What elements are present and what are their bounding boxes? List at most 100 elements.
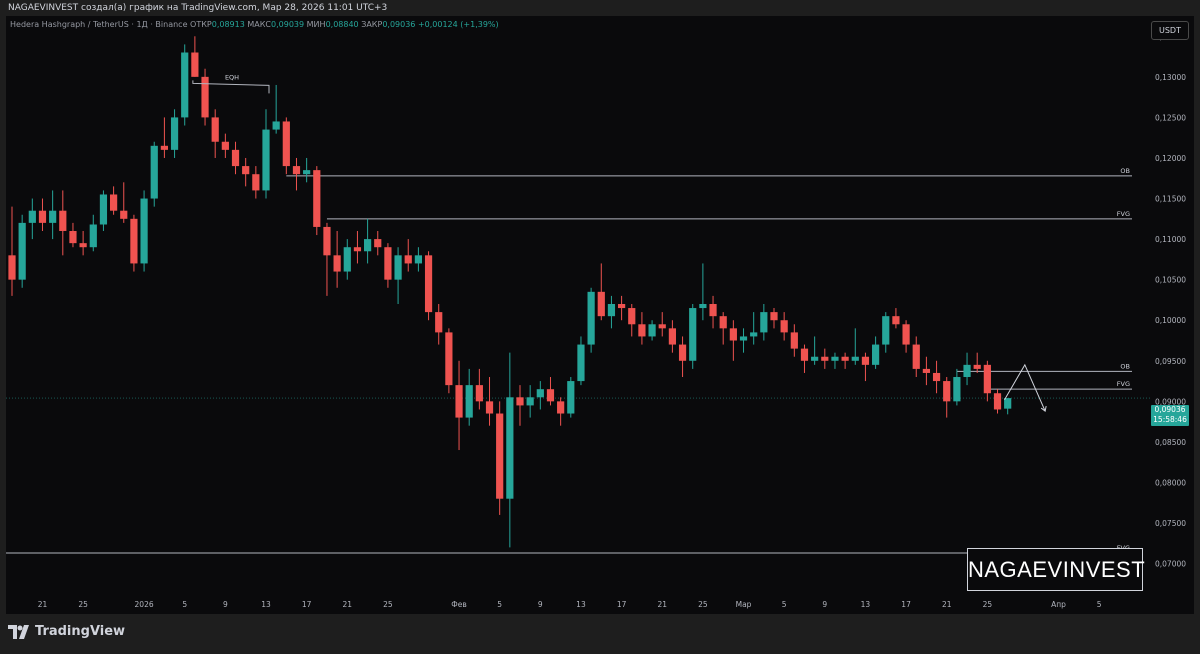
- candle-body: [516, 397, 524, 406]
- close-label: ЗАКР: [361, 20, 383, 29]
- candle-body: [709, 304, 717, 317]
- candle-body: [892, 316, 900, 325]
- candle-body: [353, 247, 362, 252]
- candle-body: [38, 210, 47, 223]
- candle-body: [49, 210, 57, 223]
- candle: [932, 360, 941, 394]
- high-value: 0,09039: [271, 20, 305, 29]
- y-tick-label: 0,12000: [1155, 154, 1186, 163]
- candle-body: [79, 243, 87, 248]
- candle: [79, 230, 87, 256]
- candle-body: [384, 247, 392, 280]
- candle: [536, 381, 544, 410]
- candle-body: [211, 117, 219, 142]
- candlestick-chart[interactable]: OBFVGOBFVGFVG EQH 0,135000,130000,125000…: [0, 0, 1200, 614]
- x-tick-label: 25: [698, 600, 708, 609]
- y-tick-label: 0,09500: [1155, 357, 1186, 366]
- candle-body: [272, 121, 280, 130]
- candle: [577, 336, 585, 386]
- candle-body: [110, 194, 118, 211]
- candle-body: [618, 304, 626, 309]
- candle-body: [59, 210, 67, 231]
- candle-body: [739, 336, 748, 341]
- candle: [374, 230, 382, 256]
- close-value: 0,09036: [382, 20, 416, 29]
- candle-body: [861, 356, 870, 365]
- candle-body: [831, 356, 839, 361]
- candle-body: [485, 401, 494, 414]
- candle: [231, 141, 240, 175]
- candle: [567, 377, 575, 418]
- tradingview-logo[interactable]: TradingView: [8, 624, 125, 639]
- candle: [800, 344, 809, 373]
- candle-body: [770, 312, 778, 321]
- candle-body: [506, 397, 514, 499]
- candle-body: [303, 170, 311, 175]
- candle-body: [557, 401, 565, 414]
- candle: [150, 141, 158, 207]
- candle: [465, 368, 473, 426]
- candle: [364, 218, 372, 264]
- candle: [841, 352, 849, 369]
- symbol-name[interactable]: Hedera Hashgraph / TetherUS · 1Д · Binan…: [10, 20, 188, 29]
- candle-body: [221, 141, 229, 150]
- x-tick-label: 9: [538, 600, 543, 609]
- candle: [282, 117, 290, 175]
- candle-body: [282, 121, 290, 167]
- x-tick-label: 17: [901, 600, 911, 609]
- x-tick-label: 25: [983, 600, 993, 609]
- x-tick-label: 17: [302, 600, 312, 609]
- bar-countdown: 15:58:46: [1153, 415, 1187, 424]
- x-tick-label: 21: [343, 600, 353, 609]
- candle-body: [465, 385, 473, 418]
- candle: [760, 304, 768, 341]
- candle: [506, 352, 514, 548]
- price-axis: 0,135000,130000,125000,120000,115000,110…: [1155, 32, 1186, 568]
- candle-body: [69, 230, 77, 244]
- candle-body: [841, 356, 849, 361]
- candle: [475, 368, 483, 410]
- candle: [211, 109, 219, 158]
- candle: [973, 352, 981, 373]
- y-tick-label: 0,08500: [1155, 438, 1186, 447]
- candle: [699, 263, 707, 321]
- candle-body: [689, 308, 697, 361]
- y-tick-label: 0,10000: [1155, 316, 1186, 325]
- candle: [292, 157, 301, 191]
- candle-body: [567, 381, 575, 414]
- candle: [618, 295, 626, 321]
- candle: [191, 36, 199, 77]
- candle-body: [821, 356, 829, 361]
- high-label: МАКС: [247, 20, 272, 29]
- candle: [628, 304, 636, 337]
- currency-button[interactable]: USDT: [1151, 21, 1189, 40]
- candle: [384, 243, 392, 288]
- candle: [333, 230, 341, 288]
- candle: [790, 324, 798, 357]
- low-label: МИН: [306, 20, 326, 29]
- change-value: +0,00124 (+1,39%): [417, 20, 499, 29]
- candle: [69, 222, 77, 248]
- candle-body: [780, 320, 788, 333]
- candle-body: [496, 413, 504, 499]
- candle-body: [922, 368, 930, 373]
- candle: [323, 222, 331, 296]
- candle-body: [882, 316, 890, 345]
- x-tick-label: Фев: [451, 600, 467, 609]
- candle: [546, 377, 555, 406]
- x-tick-label: 5: [782, 600, 787, 609]
- x-tick-label: 21: [657, 600, 667, 609]
- candle: [943, 377, 951, 418]
- candle-body: [953, 377, 961, 402]
- candle-body: [262, 129, 270, 191]
- candle-body: [445, 332, 453, 386]
- candle-body: [760, 312, 768, 333]
- candle-body: [18, 222, 26, 280]
- candle: [424, 251, 433, 321]
- candle-body: [252, 174, 260, 191]
- candle-body: [699, 304, 707, 309]
- x-tick-label: 21: [38, 600, 48, 609]
- candle-body: [333, 255, 341, 272]
- candle: [8, 206, 16, 296]
- candle-body: [201, 76, 209, 118]
